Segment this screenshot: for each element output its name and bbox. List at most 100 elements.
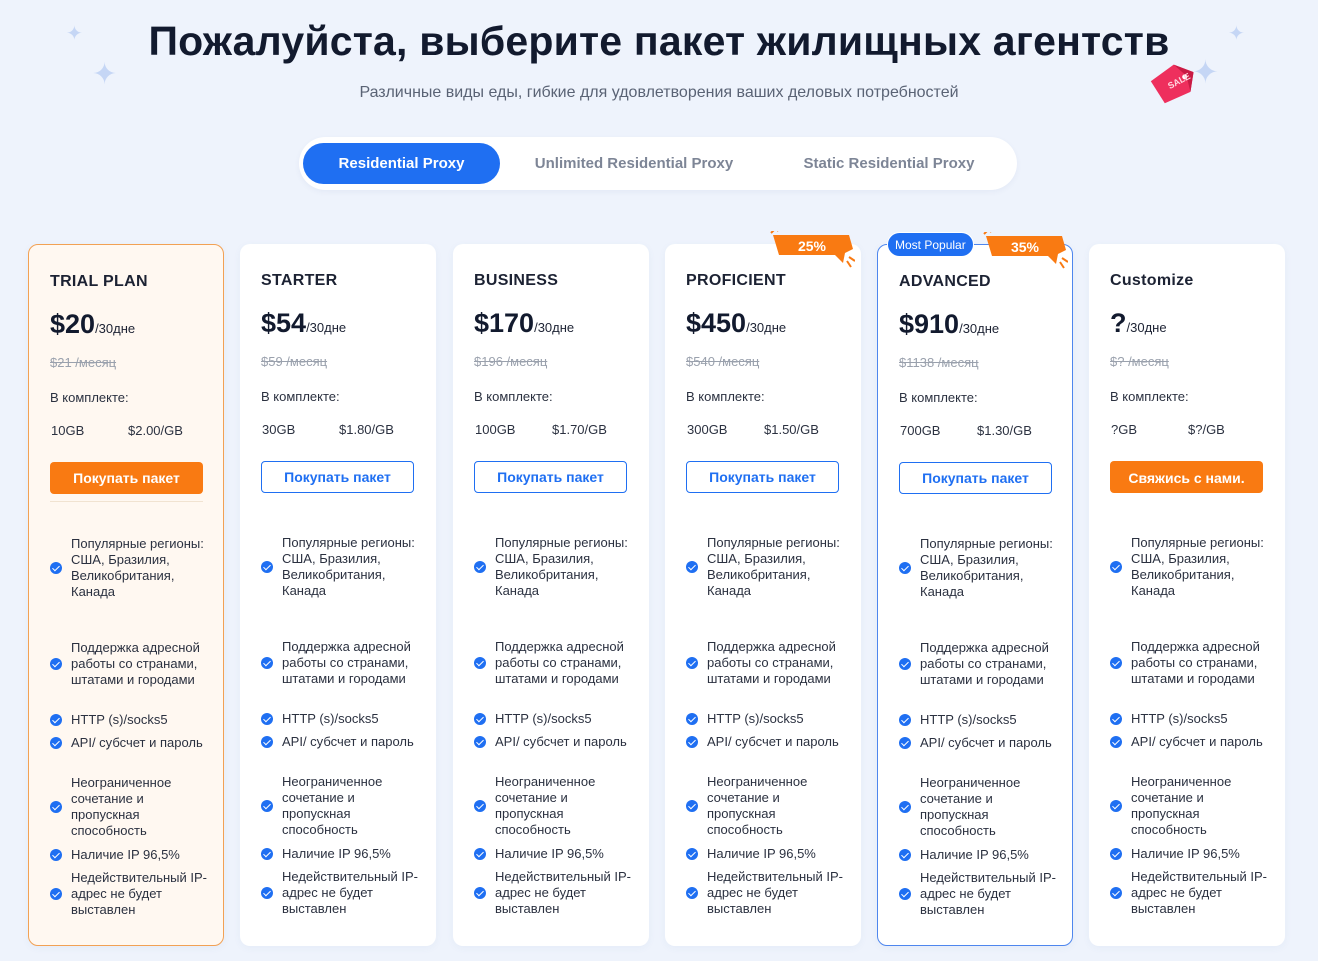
included-label: В комплекте: (899, 390, 978, 405)
check-icon (50, 658, 62, 670)
included-label: В комплекте: (1110, 389, 1189, 404)
feature-text: HTTP (s)/socks5 (920, 712, 1017, 727)
feature-text: Недействительный IP-адрес не будет выста… (71, 870, 208, 917)
plan-price: $910 (899, 309, 960, 339)
check-icon (474, 887, 486, 899)
feature-item: API/ субсчет и пароль (899, 735, 1059, 751)
feature-text: Популярные регионы: США, Бразилия, Велик… (1131, 535, 1264, 598)
tab-residential-proxy[interactable]: Residential Proxy (303, 143, 500, 184)
price-per-gb: $2.00/GB (128, 423, 183, 438)
feature-text: Поддержка адресной работы со странами, ш… (920, 640, 1049, 687)
plan-name: ADVANCED (899, 273, 991, 290)
feature-item: API/ субсчет и пароль (686, 734, 846, 750)
feature-text: HTTP (s)/socks5 (1131, 711, 1228, 726)
plan-name: Customize (1110, 272, 1194, 289)
discount-badge: 25% (769, 231, 855, 271)
feature-item: Наличие IP 96,5% (261, 846, 421, 862)
feature-item: Недействительный IP-адрес не будет выста… (474, 869, 634, 917)
feature-text: Неограниченное сочетание и пропускная сп… (707, 774, 808, 837)
feature-text: Популярные регионы: США, Бразилия, Велик… (495, 535, 628, 598)
feature-item: API/ субсчет и пароль (50, 735, 210, 751)
check-icon (899, 658, 911, 670)
plan-period: /30дне (306, 320, 347, 335)
plan-card-starter: STARTER $54/30дне $59 /месяц В комплекте… (240, 244, 436, 946)
plan-period: /30дне (1126, 320, 1167, 335)
buy-package-button[interactable]: Покупать пакет (50, 462, 203, 494)
buy-package-button[interactable]: Покупать пакет (899, 462, 1052, 494)
old-price: $196 /месяц (474, 354, 548, 369)
feature-text: Популярные регионы: США, Бразилия, Велик… (920, 536, 1053, 599)
tab-static-residential-proxy[interactable]: Static Residential Proxy (769, 143, 1009, 184)
check-icon (1110, 848, 1122, 860)
old-price: $21 /месяц (50, 355, 117, 370)
feature-item: Наличие IP 96,5% (474, 846, 634, 862)
feature-item: HTTP (s)/socks5 (1110, 711, 1270, 727)
check-icon (474, 713, 486, 725)
feature-item: Популярные регионы: США, Бразилия, Велик… (261, 535, 421, 599)
buy-package-button[interactable]: Покупать пакет (474, 461, 627, 493)
feature-item: Неограниченное сочетание и пропускная сп… (686, 774, 846, 838)
old-price: $1138 /месяц (899, 355, 979, 370)
feature-text: API/ субсчет и пароль (920, 735, 1052, 750)
feature-text: Неограниченное сочетание и пропускная сп… (282, 774, 383, 837)
check-icon (261, 561, 273, 573)
feature-item: API/ субсчет и пароль (261, 734, 421, 750)
old-price: $59 /месяц (261, 354, 328, 369)
feature-item: Поддержка адресной работы со странами, ш… (1110, 639, 1270, 687)
buy-package-button[interactable]: Покупать пакет (261, 461, 414, 493)
proxy-type-tabs: Residential Proxy Unlimited Residential … (299, 137, 1017, 190)
feature-item: Наличие IP 96,5% (686, 846, 846, 862)
feature-item: Неограниченное сочетание и пропускная сп… (50, 775, 210, 839)
check-icon (1110, 657, 1122, 669)
buy-package-button[interactable]: Покупать пакет (686, 461, 839, 493)
check-icon (899, 714, 911, 726)
price-per-gb: $1.80/GB (339, 422, 394, 437)
feature-text: API/ субсчет и пароль (282, 734, 414, 749)
check-icon (1110, 887, 1122, 899)
feature-text: Наличие IP 96,5% (1131, 846, 1240, 861)
feature-text: HTTP (s)/socks5 (282, 711, 379, 726)
check-icon (261, 800, 273, 812)
check-icon (899, 888, 911, 900)
feature-text: HTTP (s)/socks5 (707, 711, 804, 726)
check-icon (261, 713, 273, 725)
plan-card-advanced: Most Popular 35% ADVANCED $910/30дне $11… (877, 232, 1073, 946)
feature-item: Недействительный IP-адрес не будет выста… (50, 870, 210, 918)
plan-name: PROFICIENT (686, 272, 786, 289)
contact-us-button[interactable]: Свяжись с нами. (1110, 461, 1263, 493)
check-icon (1110, 713, 1122, 725)
discount-badge: 35% (982, 232, 1068, 272)
plan-period: /30дне (959, 321, 1000, 336)
feature-item: Популярные регионы: США, Бразилия, Велик… (686, 535, 846, 599)
feature-item: Наличие IP 96,5% (899, 847, 1059, 863)
traffic-amount: ?GB (1111, 422, 1138, 437)
feature-item: API/ субсчет и пароль (474, 734, 634, 750)
feature-text: HTTP (s)/socks5 (71, 712, 168, 727)
tab-unlimited-residential-proxy[interactable]: Unlimited Residential Proxy (514, 143, 754, 184)
feature-text: Поддержка адресной работы со странами, ш… (1131, 639, 1260, 686)
feature-item: Неограниченное сочетание и пропускная сп… (1110, 774, 1270, 838)
feature-text: Недействительный IP-адрес не будет выста… (282, 869, 419, 916)
check-icon (261, 736, 273, 748)
feature-text: API/ субсчет и пароль (707, 734, 839, 749)
check-icon (686, 848, 698, 860)
feature-text: Недействительный IP-адрес не будет выста… (707, 869, 844, 916)
check-icon (686, 713, 698, 725)
feature-text: Недействительный IP-адрес не будет выста… (495, 869, 632, 916)
price-row: ?/30дне (1110, 308, 1167, 339)
check-icon (899, 737, 911, 749)
plan-price: $20 (50, 309, 96, 339)
old-price: $? /месяц (1110, 354, 1169, 369)
feature-item: Популярные регионы: США, Бразилия, Велик… (1110, 535, 1270, 599)
most-popular-badge: Most Popular (887, 232, 974, 257)
feature-item: Недействительный IP-адрес не будет выста… (1110, 869, 1270, 917)
feature-text: Поддержка адресной работы со странами, ш… (495, 639, 624, 686)
feature-item: HTTP (s)/socks5 (474, 711, 634, 727)
price-per-gb: $?/GB (1188, 422, 1225, 437)
check-icon (686, 800, 698, 812)
feature-item: Недействительный IP-адрес не будет выста… (899, 870, 1059, 918)
feature-item: Поддержка адресной работы со странами, ш… (899, 640, 1059, 688)
feature-item: HTTP (s)/socks5 (261, 711, 421, 727)
price-row: $450/30дне (686, 308, 786, 339)
feature-text: Неограниченное сочетание и пропускная сп… (920, 775, 1021, 838)
